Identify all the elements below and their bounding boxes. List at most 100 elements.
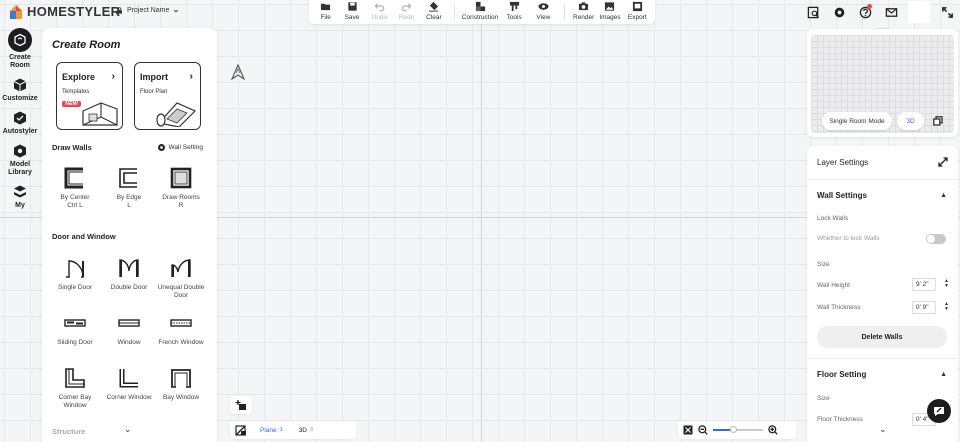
panel-title: Create Room [52, 39, 121, 51]
wall-by-center-icon [64, 167, 83, 189]
layers-button[interactable] [230, 424, 252, 436]
redo-label: Redo [398, 14, 415, 21]
wall-by-edge-icon [119, 168, 137, 188]
undo-label: Undo [371, 14, 388, 21]
images-button[interactable]: Images [596, 0, 623, 21]
tab-plane[interactable]: Plane 1 [252, 427, 291, 434]
rail-item-my[interactable]: My [0, 184, 40, 210]
mail-button[interactable] [878, 0, 904, 24]
chevron-down-icon [174, 9, 179, 13]
zoom-slider[interactable] [713, 426, 763, 433]
tab-plane-count: 1 [279, 427, 283, 433]
save-button[interactable]: Save [338, 0, 365, 21]
rail-label: Create Room [9, 54, 31, 69]
view-3d-button[interactable]: 3D [897, 112, 924, 130]
tab-3d[interactable]: 3D 3 [291, 427, 321, 434]
wall-thickness-input[interactable]: 0' 9" [912, 301, 936, 314]
caret-up-icon[interactable]: ▲ [940, 192, 947, 199]
construction-button[interactable]: Construction [461, 0, 500, 21]
my-stack-icon [14, 185, 26, 198]
tool-label: Single Door [58, 284, 92, 291]
tool-corner-window[interactable]: Corner Window [102, 367, 156, 402]
compass-icon[interactable] [231, 64, 245, 80]
file-button[interactable]: File [313, 0, 338, 21]
wall-height-stepper[interactable]: ▲ ▼ [944, 279, 949, 289]
tool-label: By Edge [116, 194, 142, 201]
brand-logo[interactable]: HOMESTYLER [10, 4, 120, 19]
tool-by-center[interactable]: By Center Ctrl L [48, 167, 102, 210]
chat-support-button[interactable] [927, 399, 951, 423]
clear-button[interactable]: Clear [420, 0, 447, 21]
tool-label: By Center [60, 194, 90, 201]
zoom-out-icon[interactable] [698, 425, 708, 435]
wall-settings-title[interactable]: Wall Settings [817, 191, 867, 200]
explore-templates-card[interactable]: Explore › Templates NEW [56, 62, 123, 130]
double-chevron-down-icon[interactable]: ⌄ [124, 424, 132, 435]
tool-by-edge[interactable]: By Edge L [102, 167, 156, 210]
tool-window[interactable]: Window [102, 312, 156, 347]
avatar[interactable] [908, 1, 930, 23]
double-chevron-down-icon[interactable]: ⌄ [879, 424, 887, 435]
expand-icon[interactable] [938, 157, 948, 167]
tool-label: Draw Rooms [162, 194, 200, 201]
fit-view-icon[interactable] [683, 425, 693, 435]
rail-item-autostyler[interactable]: Autostyler [0, 110, 40, 136]
rail-label: Customize [2, 95, 38, 102]
rail-item-create-room[interactable]: Create Room [0, 28, 40, 70]
redo-button[interactable]: Redo [393, 0, 420, 21]
tools-button[interactable]: Tools [500, 0, 529, 21]
undo-button[interactable]: Undo [366, 0, 393, 21]
single-door-icon [66, 260, 84, 278]
tool-unequal-double-door[interactable]: Unequal Double Door [154, 257, 208, 300]
zoom-control [678, 421, 796, 439]
save-icon [347, 2, 357, 11]
tool-double-door[interactable]: Double Door [102, 257, 156, 292]
add-layer-button[interactable] [230, 396, 252, 414]
settings-button[interactable] [826, 0, 852, 24]
import-floor-plan-card[interactable]: Import › Floor Plan [134, 62, 201, 130]
single-room-mode-button[interactable]: Single Room Mode [822, 112, 892, 130]
view-button[interactable]: View [529, 0, 558, 21]
tool-draw-rooms[interactable]: Draw Rooms R [154, 167, 208, 210]
create-room-panel: Create Room Explore › Templates NEW Impo… [42, 28, 217, 442]
draw-walls-label: Draw Walls [52, 143, 92, 152]
save-label: Save [344, 14, 360, 21]
search-doc-button[interactable] [800, 0, 826, 24]
tool-corner-bay-window[interactable]: Corner Bay Window [48, 367, 102, 410]
french-window-icon [170, 319, 192, 327]
wall-setting-button[interactable]: Wall Setting [157, 143, 203, 152]
lock-walls-toggle[interactable] [926, 234, 946, 244]
zoom-slider-handle[interactable] [729, 426, 737, 433]
floor-setting-title[interactable]: Floor Setting [817, 370, 866, 379]
tool-shortcut: Ctrl L [67, 202, 83, 209]
tool-label: Corner Bay Window [58, 394, 92, 409]
rail-item-customize[interactable]: Customize [0, 77, 40, 103]
caret-up-icon[interactable]: ▲ [940, 371, 947, 378]
tool-single-door[interactable]: Single Door [48, 257, 102, 292]
model-library-icon [14, 144, 26, 158]
search-doc-icon [807, 6, 819, 18]
help-button[interactable] [852, 0, 878, 24]
export-button[interactable]: Export [624, 0, 651, 21]
tool-label: Window [117, 339, 141, 346]
wall-thickness-stepper[interactable]: ▲ ▼ [944, 302, 949, 312]
structure-section-label: Structure [52, 427, 86, 436]
zoom-in-icon[interactable] [768, 425, 778, 435]
door-window-label: Door and Window [52, 232, 116, 241]
corner-bay-window-icon [65, 368, 85, 388]
tool-french-window[interactable]: French Window [154, 312, 208, 347]
view-label: View [536, 14, 551, 21]
delete-walls-button[interactable]: Delete Walls [817, 326, 947, 348]
copy-icon [933, 116, 943, 126]
project-name-dropdown[interactable]: Project Name [116, 7, 179, 14]
rail-item-model-library[interactable]: Model Library [0, 143, 40, 177]
fullscreen-button[interactable] [934, 0, 960, 24]
tool-bay-window[interactable]: Bay Window [154, 367, 208, 402]
divider [807, 358, 958, 359]
render-button[interactable]: Render [571, 0, 596, 21]
toolbar-divider [453, 4, 455, 20]
layers-icon [235, 424, 246, 436]
tool-sliding-door[interactable]: Sliding Door [48, 312, 102, 347]
copy-view-button[interactable] [929, 112, 947, 130]
wall-height-input[interactable]: 9' 2" [912, 278, 936, 291]
